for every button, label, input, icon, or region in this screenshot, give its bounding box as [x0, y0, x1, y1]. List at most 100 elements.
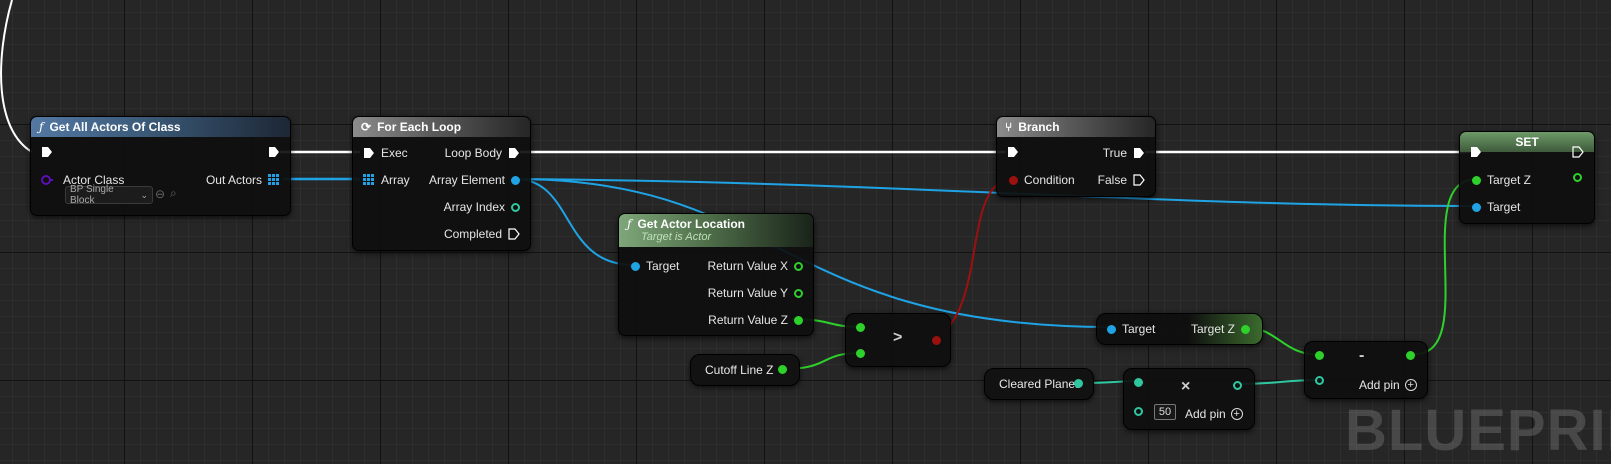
location-target-pin[interactable]: Target [631, 259, 679, 273]
out-actors-label: Out Actors [205, 173, 262, 187]
float-pin-icon[interactable] [856, 323, 865, 332]
set-target-z-out-pin[interactable] [1573, 173, 1582, 182]
array-label: Array [381, 173, 410, 187]
set-target-z-pin[interactable]: Target Z [1472, 173, 1531, 187]
exec-label: Exec [381, 146, 408, 160]
float-pin-icon [1472, 175, 1481, 185]
int-pin-icon[interactable] [1233, 381, 1242, 390]
out-actors-pin[interactable]: Out Actors [206, 173, 280, 187]
return-z-label: Return Value Z [708, 313, 788, 327]
condition-pin[interactable]: Condition [1009, 173, 1075, 187]
get-all-actors-header[interactable]: ƒ Get All Actors Of Class [31, 117, 290, 137]
false-pin[interactable]: False [1098, 173, 1145, 187]
set-target-z-label: Target Z [1487, 173, 1532, 187]
exec-pin-icon [364, 148, 374, 158]
loop-body-pin[interactable]: Loop Body [445, 146, 520, 160]
exec-pin-icon [1572, 146, 1584, 158]
exec-pin-icon [1134, 148, 1144, 158]
set-target-pin[interactable]: Target [1472, 200, 1520, 214]
get-actor-location-title: Get Actor Location [637, 217, 746, 231]
getter-target-label: Target [1122, 322, 1156, 336]
exec-wire-incoming [0, 0, 33, 153]
get-all-actors-node[interactable]: ƒ Get All Actors Of Class Actor Class BP… [30, 116, 291, 216]
multiply-add-pin-button[interactable]: Add pin + [1185, 407, 1243, 421]
cutoff-line-z-node[interactable]: Cutoff Line Z [690, 354, 800, 386]
plus-icon: + [1230, 408, 1243, 420]
return-z-pin[interactable]: Return Value Z [708, 313, 803, 327]
greater-than-symbol: > [893, 329, 903, 346]
branch-icon: ⑂ [1005, 120, 1013, 134]
true-pin[interactable]: True [1103, 146, 1145, 160]
for-each-loop-node[interactable]: ⟳ For Each Loop Exec Array Loop Body Arr… [352, 116, 531, 251]
float-pin-icon[interactable] [1315, 351, 1324, 360]
blueprint-watermark: BLUEPRINT [1345, 398, 1611, 463]
bool-pin-icon [1009, 175, 1018, 185]
set-exec-out-pin[interactable] [1572, 146, 1584, 158]
true-label: True [1102, 146, 1127, 160]
completed-pin[interactable]: Completed [444, 227, 520, 241]
actor-class-dropdown[interactable]: BP Single Block ⌄ [65, 184, 153, 206]
plus-icon: + [1404, 379, 1417, 391]
float-pin-icon[interactable] [778, 365, 787, 374]
return-y-label: Return Value Y [707, 286, 788, 300]
branch-header[interactable]: ⑂ Branch [997, 117, 1155, 137]
browse-back-icon[interactable]: ⊖ [155, 187, 165, 201]
function-icon: ƒ [39, 120, 44, 134]
get-actor-location-header[interactable]: ƒ Get Actor Location Target is Actor [619, 214, 813, 247]
array-index-pin[interactable]: Array Index [444, 200, 520, 214]
for-each-loop-header[interactable]: ⟳ For Each Loop [353, 117, 530, 137]
int-pin-icon [511, 202, 520, 212]
loop-exec-in-pin[interactable]: Exec [363, 146, 408, 160]
object-pin-icon [1472, 202, 1481, 212]
subtract-node[interactable]: - Add pin + [1304, 341, 1428, 399]
loop-array-pin[interactable]: Array [363, 173, 410, 187]
exec-pin-icon [508, 228, 520, 240]
branch-exec-in-pin[interactable] [1007, 146, 1019, 158]
completed-label: Completed [443, 227, 502, 241]
return-x-label: Return Value X [707, 259, 789, 273]
exec-pin-icon [1008, 147, 1018, 157]
int-pin-icon[interactable] [1134, 378, 1143, 387]
object-pin-icon [511, 175, 520, 185]
exec-out-pin[interactable] [268, 146, 280, 158]
set-exec-in-pin[interactable] [1470, 146, 1482, 158]
subtract-add-pin-button[interactable]: Add pin + [1359, 378, 1417, 392]
float-pin-icon[interactable] [1315, 376, 1324, 385]
multiply-node[interactable]: 50 × Add pin + [1123, 368, 1255, 430]
cutoff-line-z-label: Cutoff Line Z [705, 363, 774, 377]
float-pin-icon [794, 315, 803, 325]
branch-node[interactable]: ⑂ Branch Condition True False [996, 116, 1156, 197]
array-element-pin[interactable]: Array Element [429, 173, 520, 187]
getter-target-pin[interactable]: Target [1107, 322, 1155, 336]
get-all-actors-title: Get All Actors Of Class [49, 120, 181, 134]
return-x-pin[interactable]: Return Value X [707, 259, 803, 273]
float-pin-icon[interactable] [856, 349, 865, 358]
exec-pin-icon [509, 148, 519, 158]
float-pin-icon [794, 288, 803, 298]
int-pin-icon[interactable] [1074, 379, 1083, 388]
return-y-pin[interactable]: Return Value Y [708, 286, 803, 300]
chevron-down-icon: ⌄ [140, 189, 148, 200]
exec-pin-icon [1471, 147, 1481, 157]
get-actor-location-subtitle: Target is Actor [641, 231, 712, 243]
target-z-getter-node[interactable]: Target Target Z [1096, 313, 1263, 345]
condition-label: Condition [1024, 173, 1075, 187]
element-to-location-wire [514, 178, 635, 266]
array-pin-icon [363, 174, 374, 185]
multiply-constant-input[interactable]: 50 [1154, 404, 1176, 420]
int-pin-icon[interactable] [1134, 407, 1143, 416]
exec-in-pin[interactable] [41, 146, 53, 158]
search-icon[interactable]: ⌕ [170, 186, 177, 201]
set-node[interactable]: SET Target Z Target [1459, 131, 1595, 224]
add-pin-label: Add pin [1359, 378, 1400, 392]
array-pin-icon [268, 174, 279, 185]
loop-body-label: Loop Body [444, 146, 502, 160]
cleared-planes-node[interactable]: Cleared Planes [984, 368, 1094, 400]
float-pin-icon[interactable] [1406, 351, 1415, 360]
array-index-label: Array Index [443, 200, 505, 214]
getter-target-z-pin[interactable]: Target Z [1191, 322, 1250, 336]
get-actor-location-node[interactable]: ƒ Get Actor Location Target is Actor Tar… [618, 213, 814, 336]
greater-than-node[interactable]: > [845, 313, 951, 367]
function-icon: ƒ [627, 217, 632, 231]
bool-pin-icon[interactable] [932, 336, 941, 345]
